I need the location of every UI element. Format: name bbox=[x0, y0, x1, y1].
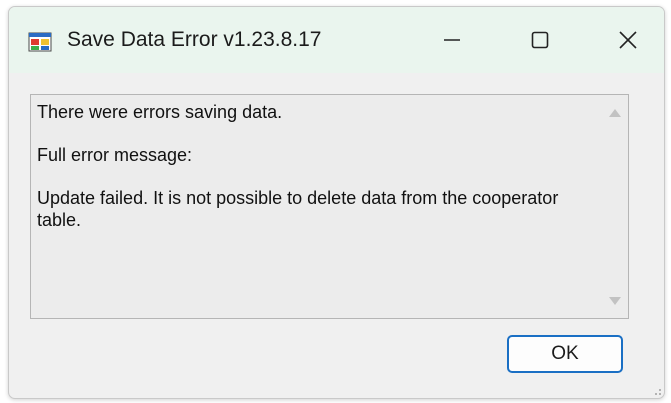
app-window-icon bbox=[28, 32, 52, 52]
title-bar[interactable]: Save Data Error v1.23.8.17 bbox=[9, 7, 664, 73]
message-line-1: There were errors saving data. bbox=[37, 102, 283, 122]
error-message-textbox[interactable]: There were errors saving data. Full erro… bbox=[30, 94, 629, 319]
close-button[interactable] bbox=[584, 7, 664, 73]
resize-grip-icon[interactable] bbox=[650, 384, 662, 396]
minimize-button[interactable] bbox=[408, 7, 496, 73]
minimize-icon bbox=[444, 39, 460, 41]
maximize-icon bbox=[531, 31, 549, 49]
message-line-2: Full error message: bbox=[37, 145, 193, 165]
scroll-down-arrow-icon[interactable] bbox=[608, 296, 622, 306]
scroll-up-arrow-icon[interactable] bbox=[608, 108, 622, 118]
window-title: Save Data Error v1.23.8.17 bbox=[67, 28, 322, 51]
close-icon bbox=[619, 31, 637, 49]
error-dialog: Save Data Error v1.23.8.17 There were er… bbox=[8, 6, 665, 399]
message-line-3: Update failed. It is not possible to del… bbox=[37, 188, 559, 230]
maximize-button[interactable] bbox=[496, 7, 584, 73]
error-message-text: There were errors saving data. Full erro… bbox=[37, 101, 587, 231]
ok-button[interactable]: OK bbox=[507, 335, 623, 373]
vertical-scrollbar[interactable] bbox=[602, 95, 628, 318]
